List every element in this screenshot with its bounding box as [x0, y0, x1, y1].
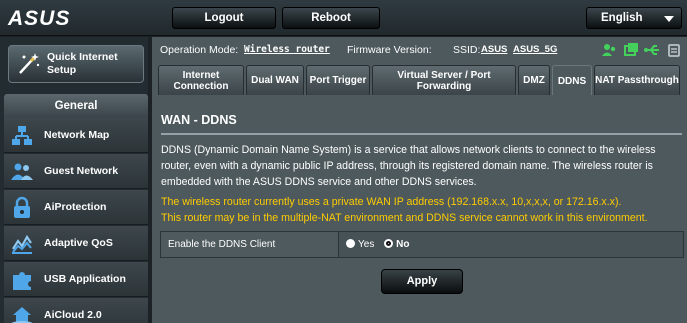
tab-virtual-server[interactable]: Virtual Server / Port Forwarding	[372, 65, 516, 95]
title-divider	[161, 133, 682, 135]
tab-bar: Internet Connection Dual WAN Port Trigge…	[158, 65, 687, 96]
tab-dual-wan[interactable]: Dual WAN	[246, 65, 304, 95]
tab-ddns[interactable]: DDNS	[552, 65, 592, 96]
yes-radio-label[interactable]: Yes	[358, 239, 374, 250]
sidebar-item-adaptive-qos[interactable]: Adaptive QoS	[4, 226, 148, 261]
sidebar-item-guest-network[interactable]: Guest Network	[4, 154, 148, 189]
sidebar: Quick Internet Setup General Network Map	[0, 37, 148, 323]
language-label: English	[601, 12, 643, 24]
tab-dmz[interactable]: DMZ	[518, 65, 550, 95]
ssid-link-2g[interactable]: ASUS	[481, 44, 507, 55]
ddns-settings-table: Enable the DDNS Client Yes No	[160, 231, 684, 258]
reboot-button[interactable]: Reboot	[282, 7, 380, 29]
sidebar-item-label: Network Map	[44, 129, 110, 141]
asus-logo: ASUS	[7, 7, 70, 30]
tab-internet-connection[interactable]: Internet Connection	[158, 65, 244, 95]
enable-ddns-label: Enable the DDNS Client	[161, 232, 339, 257]
puzzle-icon	[13, 272, 31, 290]
no-radio-label[interactable]: No	[396, 239, 409, 250]
sidebar-menu: Network Map Guest Network AiProtection A…	[4, 118, 148, 323]
yes-radio[interactable]	[346, 239, 355, 248]
ddns-panel: WAN - DDNS DDNS (Dynamic Domain Name Sys…	[152, 95, 687, 323]
operation-mode-link[interactable]: Wireless router	[244, 44, 330, 55]
logout-button[interactable]: Logout	[172, 7, 276, 29]
tab-port-trigger[interactable]: Port Trigger	[306, 65, 370, 95]
cloud-house-icon	[11, 307, 33, 323]
firmware-version-label: Firmware Version:	[347, 44, 432, 56]
magic-wand-icon	[19, 53, 40, 74]
tab-nat-passthrough[interactable]: NAT Passthrough	[594, 65, 680, 95]
qos-chart-icon	[12, 234, 32, 254]
logo-text: ASUS	[7, 7, 70, 30]
status-icons	[602, 43, 680, 57]
sidebar-item-label: Guest Network	[44, 165, 119, 177]
language-select[interactable]: English	[586, 7, 682, 29]
warning-line-1: The wireless router currently uses a pri…	[161, 196, 622, 208]
sidebar-item-label: Adaptive QoS	[44, 237, 113, 249]
sidebar-item-aiprotection[interactable]: AiProtection	[4, 190, 148, 225]
sidebar-item-label: AiProtection	[44, 201, 107, 213]
page-title: WAN - DDNS	[161, 113, 237, 127]
sidebar-item-label: USB Application	[44, 273, 126, 285]
sidebar-item-usb-application[interactable]: USB Application	[4, 262, 148, 297]
apply-button[interactable]: Apply	[381, 269, 463, 294]
network-map-icon	[12, 126, 32, 145]
ddns-description: DDNS (Dynamic Domain Name System) is a s…	[161, 144, 656, 188]
quick-internet-setup-button[interactable]: Quick Internet Setup	[8, 45, 144, 83]
usb-icon[interactable]	[644, 45, 659, 55]
router-admin-page: ASUS Logout Reboot English Quick Interne…	[0, 0, 687, 323]
main-content: Operation Mode: Wireless router Firmware…	[152, 37, 687, 323]
ssid-link-5g[interactable]: ASUS_5G	[513, 44, 557, 55]
sidebar-item-network-map[interactable]: Network Map	[4, 118, 148, 153]
quick-internet-setup-label: Quick Internet Setup	[47, 51, 118, 76]
sidebar-item-aicloud[interactable]: AiCloud 2.0	[4, 298, 148, 323]
clients-icon[interactable]	[602, 44, 616, 56]
lock-icon	[14, 196, 30, 218]
general-section-header: General	[4, 94, 148, 118]
operation-mode-label: Operation Mode:	[160, 44, 239, 56]
chevron-down-icon	[664, 16, 674, 22]
printer-icon[interactable]	[668, 44, 680, 57]
warning-line-2: This router may be in the multiple-NAT e…	[161, 212, 648, 224]
top-bar: ASUS Logout Reboot English	[0, 0, 687, 36]
no-radio[interactable]	[384, 239, 394, 248]
guest-network-icon	[11, 163, 33, 180]
ssid-label: SSID:	[453, 44, 481, 56]
operation-status-bar: Operation Mode: Wireless router Firmware…	[152, 37, 687, 63]
private-ip-warning: The wireless router currently uses a pri…	[161, 194, 686, 226]
enable-ddns-radio-group: Yes No	[346, 232, 416, 257]
sidebar-item-label: AiCloud 2.0	[44, 309, 102, 321]
router-status-icon[interactable]	[624, 43, 638, 56]
